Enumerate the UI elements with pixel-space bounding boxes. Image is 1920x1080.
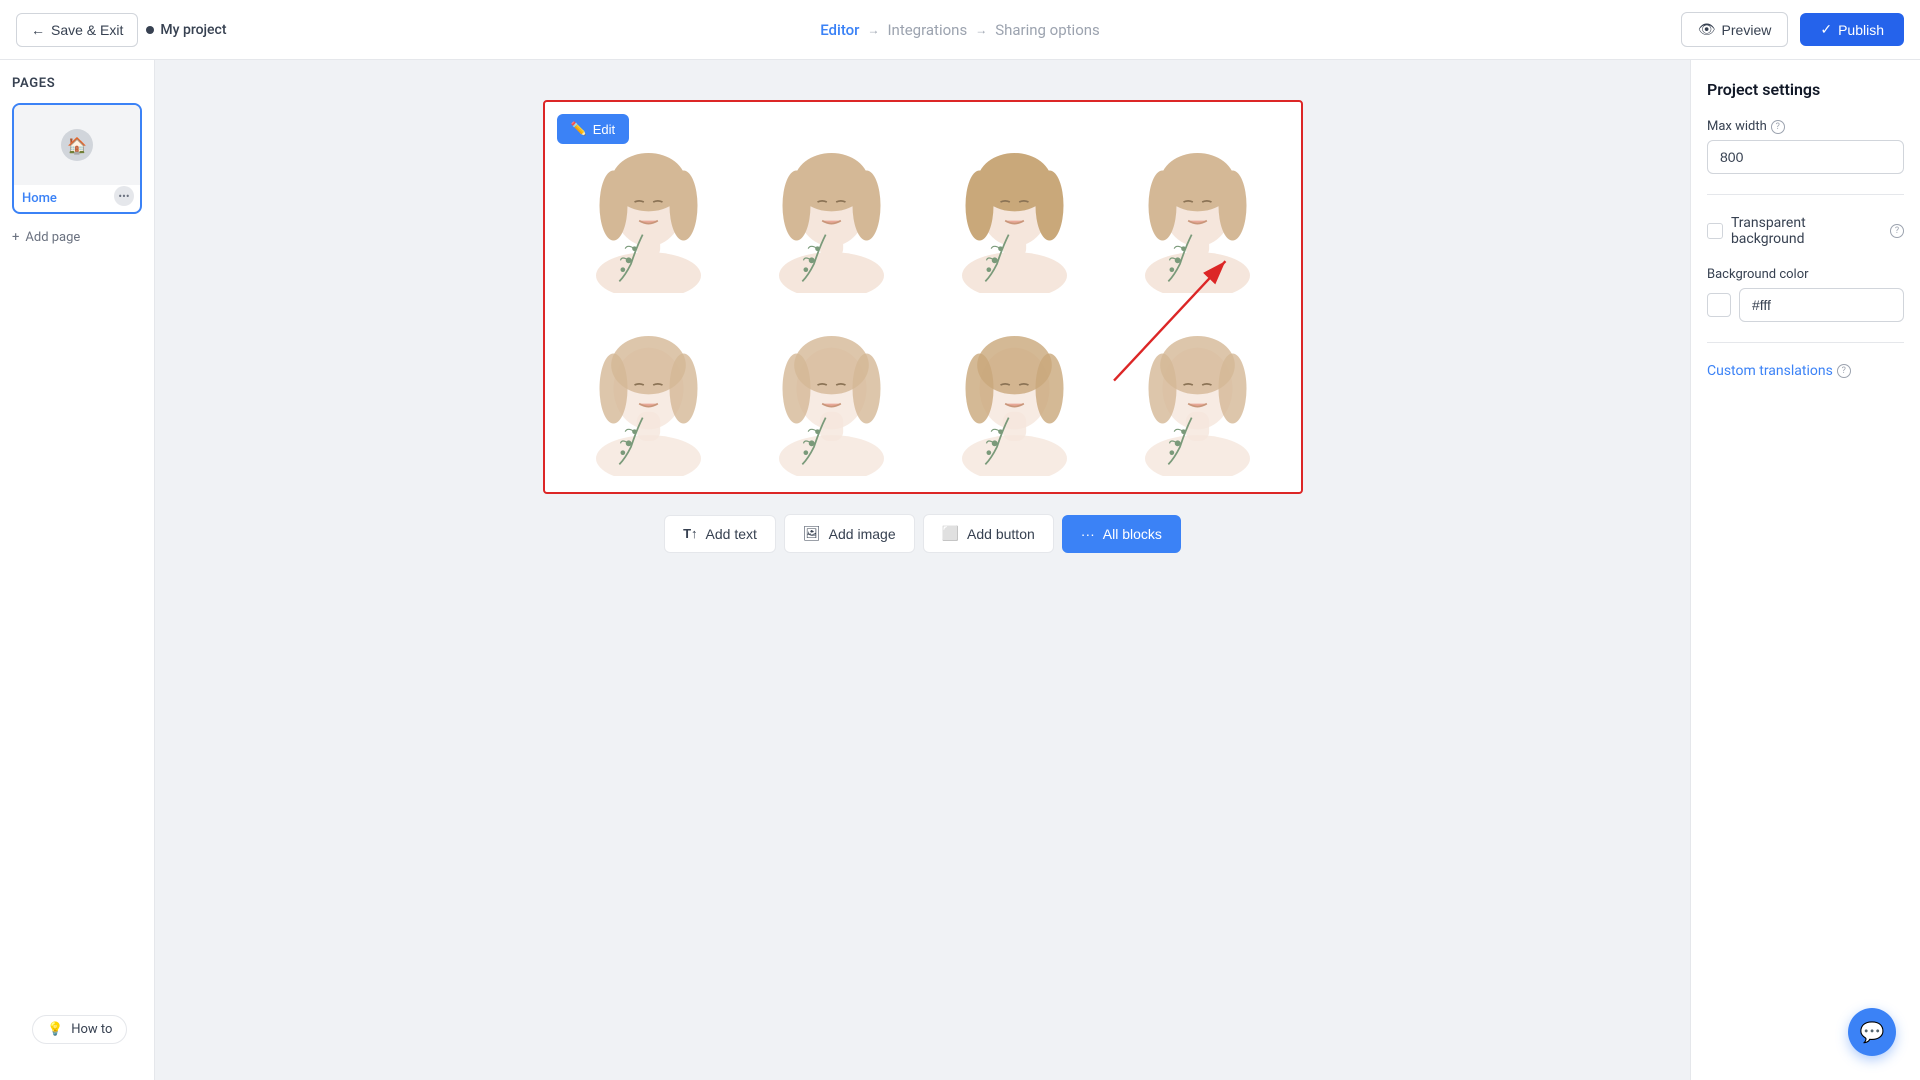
navbar-right: 👁 Preview ✓ Publish [1681, 12, 1904, 47]
panel-title: Project settings [1707, 80, 1904, 99]
transparent-bg-row: Transparent background ? [1707, 215, 1904, 247]
publish-label: Publish [1838, 22, 1884, 38]
image-icon: 🖼 [803, 525, 821, 542]
canvas-toolbar: T↑ Add text 🖼 Add image ⬜ Add button ···… [664, 514, 1181, 553]
divider-2 [1707, 342, 1904, 343]
save-exit-button[interactable]: ← Save & Exit [16, 13, 138, 47]
chat-icon: 💬 [1860, 1020, 1885, 1045]
save-exit-label: Save & Exit [51, 22, 123, 38]
preview-button[interactable]: 👁 Preview [1681, 12, 1789, 47]
transparent-bg-help-icon[interactable]: ? [1890, 224, 1904, 238]
all-blocks-label: All blocks [1103, 526, 1162, 542]
how-to-label: How to [71, 1022, 112, 1037]
custom-translations-label: Custom translations [1707, 363, 1833, 379]
navbar-center: Editor → Integrations → Sharing options [820, 21, 1100, 39]
main-layout: Pages 🏠 Home ••• + Add page 💡 How to ✏️ [0, 60, 1920, 1080]
page-card-inner: 🏠 [14, 105, 140, 185]
text-icon: T↑ [683, 526, 697, 541]
bg-color-group: Background color [1707, 267, 1904, 322]
bg-color-swatch[interactable] [1707, 293, 1731, 317]
custom-translations-help-icon[interactable]: ? [1837, 364, 1851, 378]
divider-1 [1707, 194, 1904, 195]
canvas-area: ✏️ Edit [155, 60, 1690, 1080]
canvas-grid [545, 102, 1301, 492]
max-width-group: Max width ? [1707, 119, 1904, 174]
arrow-icon-2: → [975, 23, 987, 37]
add-button-button[interactable]: ⬜ Add button [923, 514, 1054, 553]
page-menu-icon[interactable]: ••• [114, 186, 134, 206]
illustration-1 [561, 118, 736, 293]
chat-button[interactable]: 💬 [1848, 1008, 1896, 1056]
button-icon: ⬜ [942, 525, 959, 542]
publish-button[interactable]: ✓ Publish [1800, 13, 1904, 46]
sidebar-title: Pages [12, 76, 142, 91]
custom-translations-section: Custom translations ? [1707, 363, 1904, 379]
transparent-bg-checkbox[interactable] [1707, 223, 1723, 239]
page-card-home[interactable]: 🏠 Home ••• [12, 103, 142, 214]
pencil-icon: ✏️ [571, 121, 587, 137]
illustration-3 [927, 118, 1102, 293]
add-page-button[interactable]: + Add page [12, 226, 142, 249]
step-integrations[interactable]: Integrations [887, 21, 967, 39]
bg-color-input[interactable] [1739, 288, 1904, 322]
max-width-help-icon[interactable]: ? [1771, 120, 1785, 134]
add-text-button[interactable]: T↑ Add text [664, 515, 776, 553]
eye-icon: 👁 [1698, 21, 1716, 38]
illustration-2 [744, 118, 919, 293]
arrow-icon-1: → [867, 23, 879, 37]
transparent-bg-label: Transparent background [1731, 215, 1882, 247]
max-width-label: Max width ? [1707, 119, 1904, 134]
bg-color-label: Background color [1707, 267, 1904, 282]
illustration-5 [561, 301, 736, 476]
plus-icon: + [12, 230, 19, 245]
transparent-bg-group: Transparent background ? [1707, 215, 1904, 247]
step-editor[interactable]: Editor [820, 21, 859, 39]
project-name-text: My project [160, 22, 226, 38]
navbar-left: ← Save & Exit My project [16, 13, 227, 47]
dot-icon [146, 26, 154, 34]
chevron-left-icon: ← [31, 22, 45, 38]
custom-translations-link[interactable]: Custom translations ? [1707, 363, 1904, 379]
illustration-6 [744, 301, 919, 476]
add-image-label: Add image [829, 526, 896, 542]
blocks-icon: ··· [1081, 526, 1095, 542]
home-icon: 🏠 [61, 129, 93, 161]
right-panel: Project settings Max width ? Transparent… [1690, 60, 1920, 1080]
add-text-label: Add text [706, 526, 757, 542]
add-image-button[interactable]: 🖼 Add image [784, 514, 915, 553]
project-name: My project [146, 22, 226, 38]
bg-color-row [1707, 288, 1904, 322]
add-page-label: Add page [25, 230, 80, 245]
all-blocks-button[interactable]: ··· All blocks [1062, 515, 1181, 553]
max-width-input[interactable] [1707, 140, 1904, 174]
illustration-4 [1110, 118, 1285, 293]
bulb-icon: 💡 [47, 1022, 63, 1037]
canvas-wrapper: ✏️ Edit [543, 100, 1303, 494]
step-sharing[interactable]: Sharing options [995, 21, 1100, 39]
illustration-8 [1110, 301, 1285, 476]
add-button-label: Add button [967, 526, 1035, 542]
how-to-button[interactable]: 💡 How to [32, 1015, 127, 1044]
navbar: ← Save & Exit My project Editor → Integr… [0, 0, 1920, 60]
check-icon: ✓ [1820, 21, 1832, 38]
sidebar: Pages 🏠 Home ••• + Add page 💡 How to [0, 60, 155, 1080]
edit-label: Edit [593, 122, 615, 137]
preview-label: Preview [1722, 22, 1772, 38]
illustration-7 [927, 301, 1102, 476]
edit-button[interactable]: ✏️ Edit [557, 114, 630, 144]
